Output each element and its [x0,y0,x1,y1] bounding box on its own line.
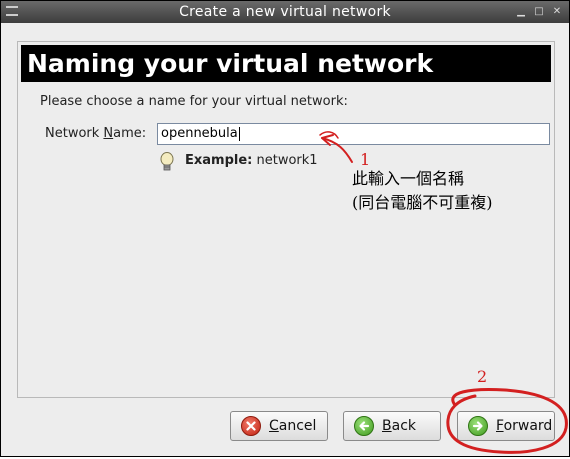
network-name-label: Network Name: [45,126,146,141]
title-bar[interactable]: Create a new virtual network ▁ □ ✕ [1,1,569,23]
maximize-icon[interactable]: □ [534,7,544,17]
content-frame: Naming your virtual network Please choos… [17,41,555,398]
example-label: Example: [185,153,253,168]
cancel-button[interactable]: Cancel [230,411,328,441]
back-arrow-icon [354,416,374,436]
minimize-icon[interactable]: ▁ [516,7,526,17]
label-mnemonic: N [103,126,114,141]
page-heading: Naming your virtual network [21,45,551,82]
window-title: Create a new virtual network [179,4,391,20]
annotation-note-line-2: (同台電腦不可重複) [352,193,493,212]
back-label: Back [382,418,416,434]
network-name-value: opennebula [161,126,238,141]
network-name-input[interactable]: opennebula [157,123,550,145]
text-caret [238,126,240,141]
name-prompt: Please choose a name for your virtual ne… [40,94,348,109]
dialog-window: Create a new virtual network ▁ □ ✕ Namin… [0,0,570,457]
annotation-number-1: 1 [360,150,371,169]
annotation-note-line-1: 此輸入一個名稱 [352,169,465,188]
forward-label: Forward [496,418,553,434]
close-icon[interactable]: ✕ [552,7,562,17]
forward-button[interactable]: Forward [457,411,555,441]
back-button[interactable]: Back [343,411,441,441]
forward-arrow-icon [468,416,488,436]
annotation-number-2: 2 [477,367,488,386]
cancel-label: Cancel [269,418,317,434]
example-value: network1 [256,153,318,168]
example-hint: Example: network1 [185,153,318,168]
cancel-icon [241,416,261,436]
lightbulb-icon [160,152,174,171]
label-suffix: ame: [113,126,147,141]
label-prefix: Network [45,126,104,141]
